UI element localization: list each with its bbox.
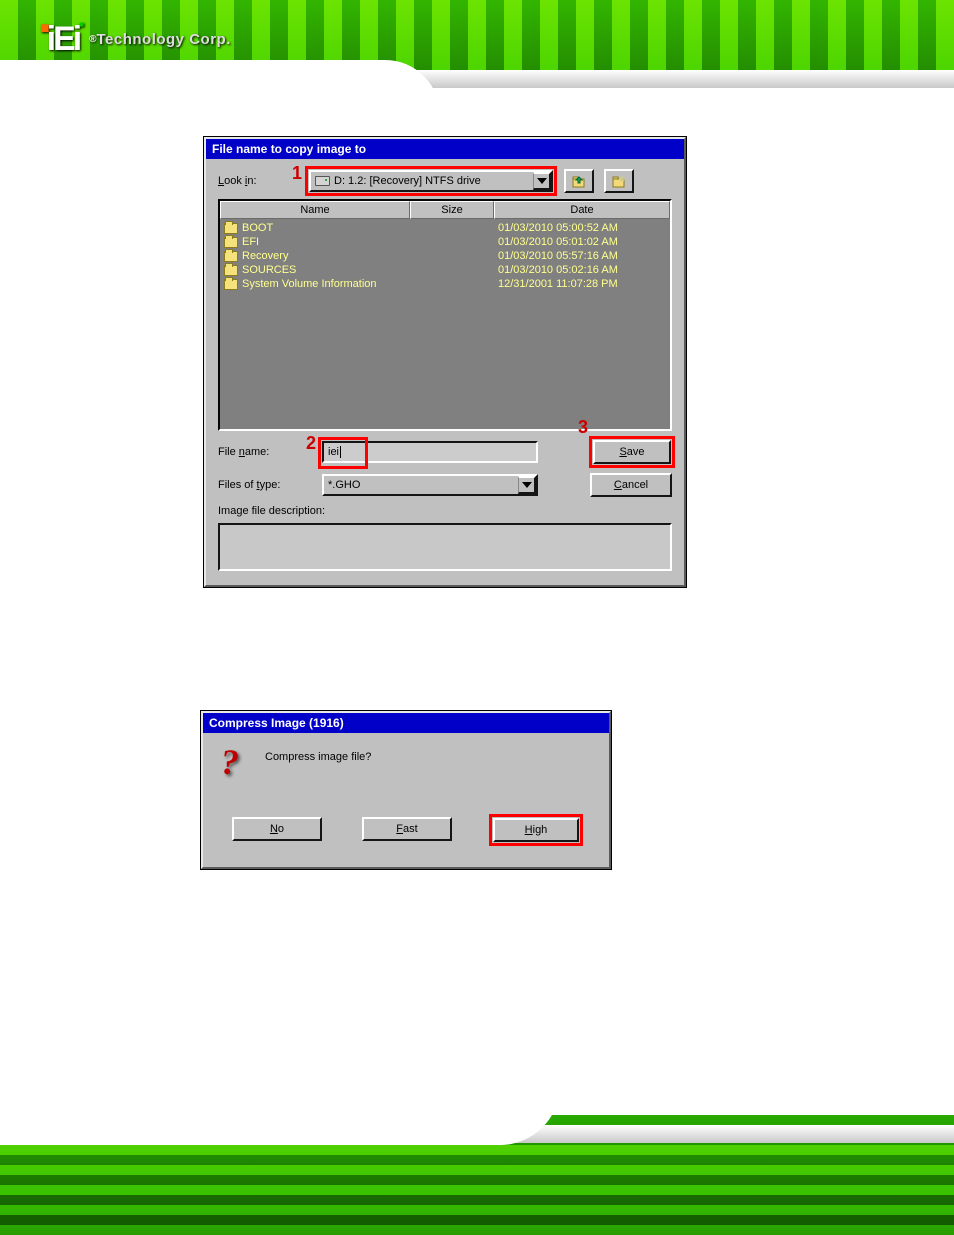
- highlight-save: Save: [592, 439, 672, 465]
- file-name-value: iei: [328, 446, 339, 458]
- file-list[interactable]: Name Size Date BOOT 01/03/2010 05:00:52 …: [218, 199, 672, 431]
- chevron-down-icon[interactable]: [533, 172, 551, 190]
- callout-2: 2: [306, 433, 316, 454]
- high-button[interactable]: High: [493, 818, 579, 842]
- col-name[interactable]: Name: [220, 201, 410, 219]
- cancel-button[interactable]: Cancel: [590, 473, 672, 497]
- footer-curve: [0, 1085, 560, 1145]
- text-cursor: [340, 446, 341, 458]
- files-of-type-value: *.GHO: [324, 479, 518, 491]
- drive-icon: [315, 176, 330, 186]
- file-list-header: Name Size Date: [220, 201, 670, 219]
- file-name-label: File name:: [218, 446, 314, 458]
- dialog-title: File name to copy image to: [206, 139, 684, 159]
- file-name-input[interactable]: iei: [322, 441, 538, 463]
- save-button[interactable]: Save: [593, 440, 671, 464]
- page-footer-graphic: [0, 1115, 954, 1235]
- no-button[interactable]: No: [232, 817, 322, 841]
- callout-1: 1: [292, 163, 302, 184]
- highlight-high: High: [492, 817, 580, 843]
- image-description-input[interactable]: [218, 523, 672, 571]
- folder-icon: [224, 223, 238, 234]
- compress-dialog-title: Compress Image (1916): [203, 713, 609, 733]
- logo-mark: ■iEi■: [40, 20, 81, 59]
- col-size[interactable]: Size: [410, 201, 494, 219]
- image-desc-label: Image file description:: [218, 505, 672, 517]
- chevron-down-icon[interactable]: [518, 476, 536, 494]
- files-of-type-label: Files of type:: [218, 479, 314, 491]
- file-list-body[interactable]: BOOT 01/03/2010 05:00:52 AM EFI 01/03/20…: [220, 219, 670, 429]
- logo-text: Technology Corp.: [96, 31, 230, 48]
- highlight-lookin: D: 1.2: [Recovery] NTFS drive: [308, 169, 554, 193]
- look-in-dropdown[interactable]: D: 1.2: [Recovery] NTFS drive: [309, 170, 553, 192]
- list-item[interactable]: EFI 01/03/2010 05:01:02 AM: [224, 235, 666, 249]
- files-of-type-dropdown[interactable]: *.GHO: [322, 474, 538, 496]
- look-in-label: Look in:: [218, 175, 298, 187]
- compress-message: Compress image file?: [265, 747, 371, 763]
- header-curve-right: [304, 88, 954, 128]
- list-item[interactable]: SOURCES 01/03/2010 05:02:16 AM: [224, 263, 666, 277]
- folder-icon: [224, 279, 238, 290]
- compress-dialog: Compress Image (1916) ? Compress image f…: [201, 711, 611, 869]
- question-icon: ?: [221, 747, 255, 781]
- page-header-graphic: ■iEi■ ® Technology Corp.: [0, 0, 954, 115]
- up-folder-button[interactable]: [564, 169, 594, 193]
- folder-icon: [224, 251, 238, 262]
- col-date[interactable]: Date: [494, 201, 670, 219]
- callout-3: 3: [578, 417, 588, 438]
- brand-logo: ■iEi■ ® Technology Corp.: [40, 20, 231, 59]
- folder-icon: [224, 237, 238, 248]
- folder-icon: [224, 265, 238, 276]
- new-folder-button[interactable]: [604, 169, 634, 193]
- list-item[interactable]: BOOT 01/03/2010 05:00:52 AM: [224, 221, 666, 235]
- fast-button[interactable]: Fast: [362, 817, 452, 841]
- look-in-value: D: 1.2: [Recovery] NTFS drive: [334, 175, 481, 187]
- list-item[interactable]: Recovery 01/03/2010 05:57:16 AM: [224, 249, 666, 263]
- list-item[interactable]: System Volume Information 12/31/2001 11:…: [224, 277, 666, 291]
- file-save-dialog: File name to copy image to Look in: 1 D:…: [204, 137, 686, 587]
